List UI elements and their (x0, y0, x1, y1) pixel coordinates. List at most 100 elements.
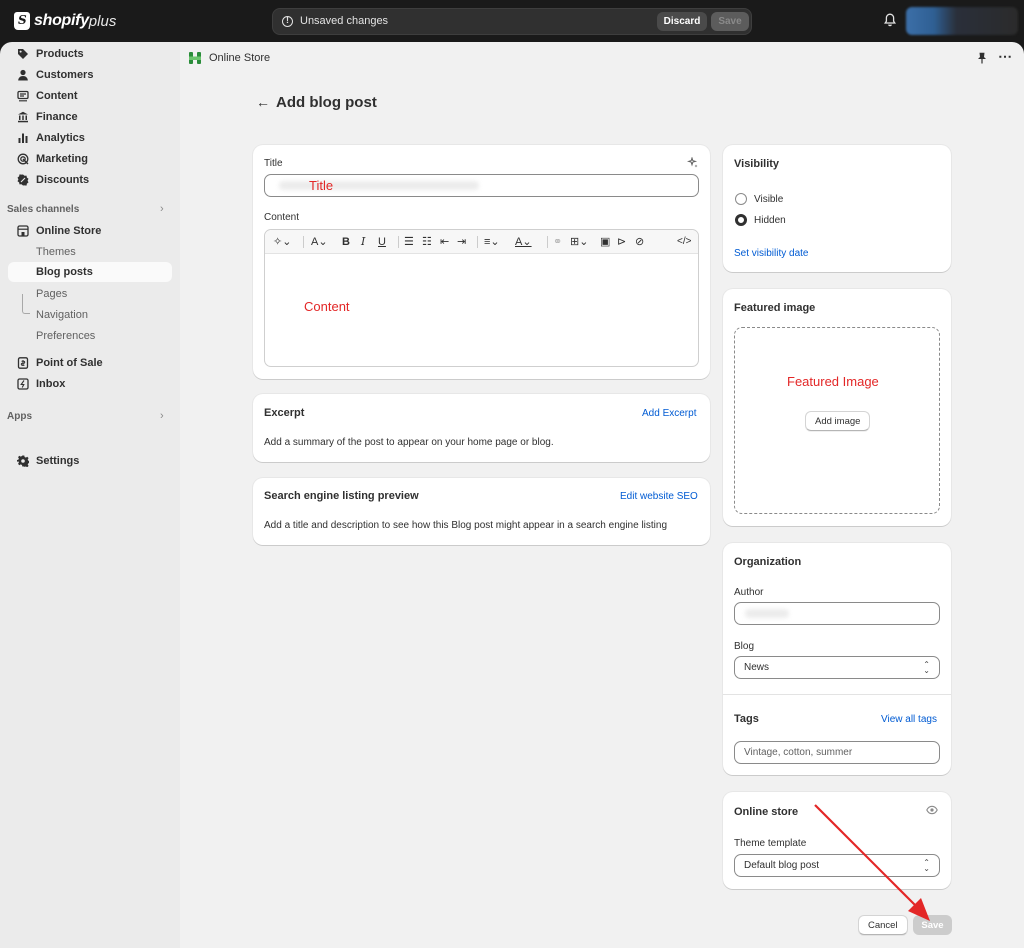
content-label: Content (264, 212, 300, 223)
text-color-icon[interactable]: A⌄ (515, 235, 532, 249)
ai-generate-icon[interactable]: ✧⌄ (273, 235, 291, 249)
unsaved-changes-bar: Unsaved changes Discard Save (272, 8, 752, 35)
theme-template-select[interactable]: Default blog post ⌃ ⌄ (734, 854, 940, 877)
inbox-icon (17, 378, 29, 390)
apps-heading[interactable]: Apps (7, 411, 32, 422)
content-icon (17, 90, 29, 102)
eye-icon[interactable] (926, 805, 938, 818)
section-divider (723, 694, 951, 695)
gear-icon (17, 455, 29, 467)
video-icon[interactable]: ⊳ (617, 235, 626, 249)
sidebar-item-inbox[interactable]: Inbox (8, 374, 172, 394)
align-icon[interactable]: ≡⌄ (484, 235, 500, 249)
top-save-button[interactable]: Save (711, 12, 749, 31)
theme-template-label: Theme template (734, 838, 807, 849)
sidebar-subitem-label: Navigation (36, 309, 88, 321)
add-image-button[interactable]: Add image (805, 411, 871, 431)
table-icon[interactable]: ⊞⌄ (570, 235, 588, 249)
breadcrumb[interactable]: Online Store (188, 51, 270, 65)
visibility-card: Visibility Visible Hidden Set visibility… (723, 145, 951, 272)
sidebar-item-label: Analytics (36, 132, 85, 144)
blog-label: Blog (734, 641, 755, 652)
bell-icon[interactable] (884, 13, 896, 27)
sidebar-item-products[interactable]: Products (8, 44, 172, 64)
blog-select[interactable]: News ⌃ ⌄ (734, 656, 940, 679)
account-menu-avatar[interactable] (906, 7, 1018, 35)
image-icon[interactable]: ▣ (600, 235, 610, 249)
seo-heading: Search engine listing preview (264, 490, 419, 502)
logo-text: shopify (34, 12, 89, 29)
sidebar-subitem-blog-posts[interactable]: Blog posts (8, 262, 172, 282)
cancel-button[interactable]: Cancel (858, 915, 908, 935)
edit-seo-link[interactable]: Edit website SEO (620, 491, 698, 502)
sparkle-icon[interactable] (686, 156, 699, 172)
more-options-icon[interactable]: ⋯ (998, 48, 1013, 65)
pos-icon (17, 357, 29, 369)
sidebar-item-marketing[interactable]: Marketing (8, 149, 172, 169)
link-icon[interactable]: ⚭ (553, 235, 562, 249)
sidebar-subitem-navigation[interactable]: Navigation (8, 305, 172, 325)
visibility-heading: Visibility (734, 158, 780, 170)
sidebar-item-customers[interactable]: Customers (8, 65, 172, 85)
content-annotation: Content (304, 299, 350, 314)
online-store-app-icon (188, 51, 202, 65)
sidebar-subitem-pages[interactable]: Pages (8, 284, 172, 304)
editor-toolbar: ✧⌄ A⌄ B I U ☰ ☷ ⇤ ⇥ ≡⌄ A⌄ ⚭ ⊞⌄ ▣ ⊳ ⊘ </> (265, 230, 698, 254)
sidebar-subitem-label: Pages (36, 288, 68, 300)
sidebar-item-analytics[interactable]: Analytics (8, 128, 172, 148)
save-button[interactable]: Save (913, 915, 952, 935)
featured-image-annotation: Featured Image (787, 374, 879, 389)
indent-icon[interactable]: ⇥ (457, 235, 466, 249)
font-size-icon[interactable]: A⌄ (311, 235, 328, 249)
hidden-option-label: Hidden (754, 215, 786, 226)
sidebar-subitem-preferences[interactable]: Preferences (8, 326, 172, 346)
shopify-plus-logo[interactable]: shopify plus (14, 10, 116, 32)
title-label: Title (264, 158, 283, 169)
italic-icon[interactable]: I (361, 235, 365, 249)
page-title: Add blog post (276, 94, 377, 111)
theme-template-value: Default blog post (744, 860, 820, 871)
sidebar-subitem-label: Blog posts (36, 266, 93, 278)
code-view-icon[interactable]: </> (677, 235, 691, 249)
author-input[interactable] (734, 602, 940, 625)
visible-radio[interactable] (735, 193, 747, 205)
online-store-heading: Online store (734, 806, 799, 818)
outdent-icon[interactable]: ⇤ (440, 235, 449, 249)
logo-plus-text: plus (88, 12, 117, 30)
rich-text-editor[interactable]: ✧⌄ A⌄ B I U ☰ ☷ ⇤ ⇥ ≡⌄ A⌄ ⚭ ⊞⌄ ▣ ⊳ ⊘ </> (264, 229, 699, 367)
blog-select-value: News (744, 662, 770, 673)
toolbar-divider (547, 236, 548, 248)
numbered-list-icon[interactable]: ☷ (422, 235, 432, 249)
bullet-list-icon[interactable]: ☰ (404, 235, 414, 249)
pin-icon[interactable] (977, 52, 987, 67)
top-bar: shopify plus Unsaved changes Discard Sav… (0, 0, 1024, 42)
sidebar-item-label: Customers (36, 69, 94, 81)
author-label: Author (734, 587, 764, 598)
sidebar-item-discounts[interactable]: Discounts (8, 170, 172, 190)
sidebar-item-content[interactable]: Content (8, 86, 172, 106)
unsaved-changes-text: Unsaved changes (300, 15, 389, 27)
discard-button[interactable]: Discard (657, 12, 707, 31)
chevron-right-icon[interactable]: › (160, 203, 164, 215)
sidebar-subitem-label: Preferences (36, 330, 96, 342)
toolbar-divider (398, 236, 399, 248)
sidebar-subitem-themes[interactable]: Themes (8, 242, 172, 262)
bold-icon[interactable]: B (342, 235, 350, 249)
sidebar-item-point-of-sale[interactable]: Point of Sale (8, 353, 172, 373)
underline-icon[interactable]: U (378, 235, 386, 249)
view-all-tags-link[interactable]: View all tags (881, 714, 937, 725)
back-arrow-icon[interactable]: ← (256, 94, 270, 110)
chevron-right-icon[interactable]: › (160, 410, 164, 422)
sidebar-item-settings[interactable]: Settings (8, 451, 172, 471)
bar-chart-icon (17, 132, 29, 144)
tags-input[interactable]: Vintage, cotton, summer (734, 741, 940, 764)
sales-channels-heading[interactable]: Sales channels (7, 204, 79, 215)
sidebar-item-finance[interactable]: Finance (8, 107, 172, 127)
alert-circle-icon (282, 15, 293, 27)
toolbar-divider (477, 236, 478, 248)
sidebar-item-online-store[interactable]: Online Store (8, 221, 172, 241)
clear-format-icon[interactable]: ⊘ (635, 235, 644, 249)
set-visibility-date-link[interactable]: Set visibility date (734, 248, 808, 259)
hidden-radio[interactable] (735, 214, 747, 226)
add-excerpt-link[interactable]: Add Excerpt (642, 408, 696, 419)
